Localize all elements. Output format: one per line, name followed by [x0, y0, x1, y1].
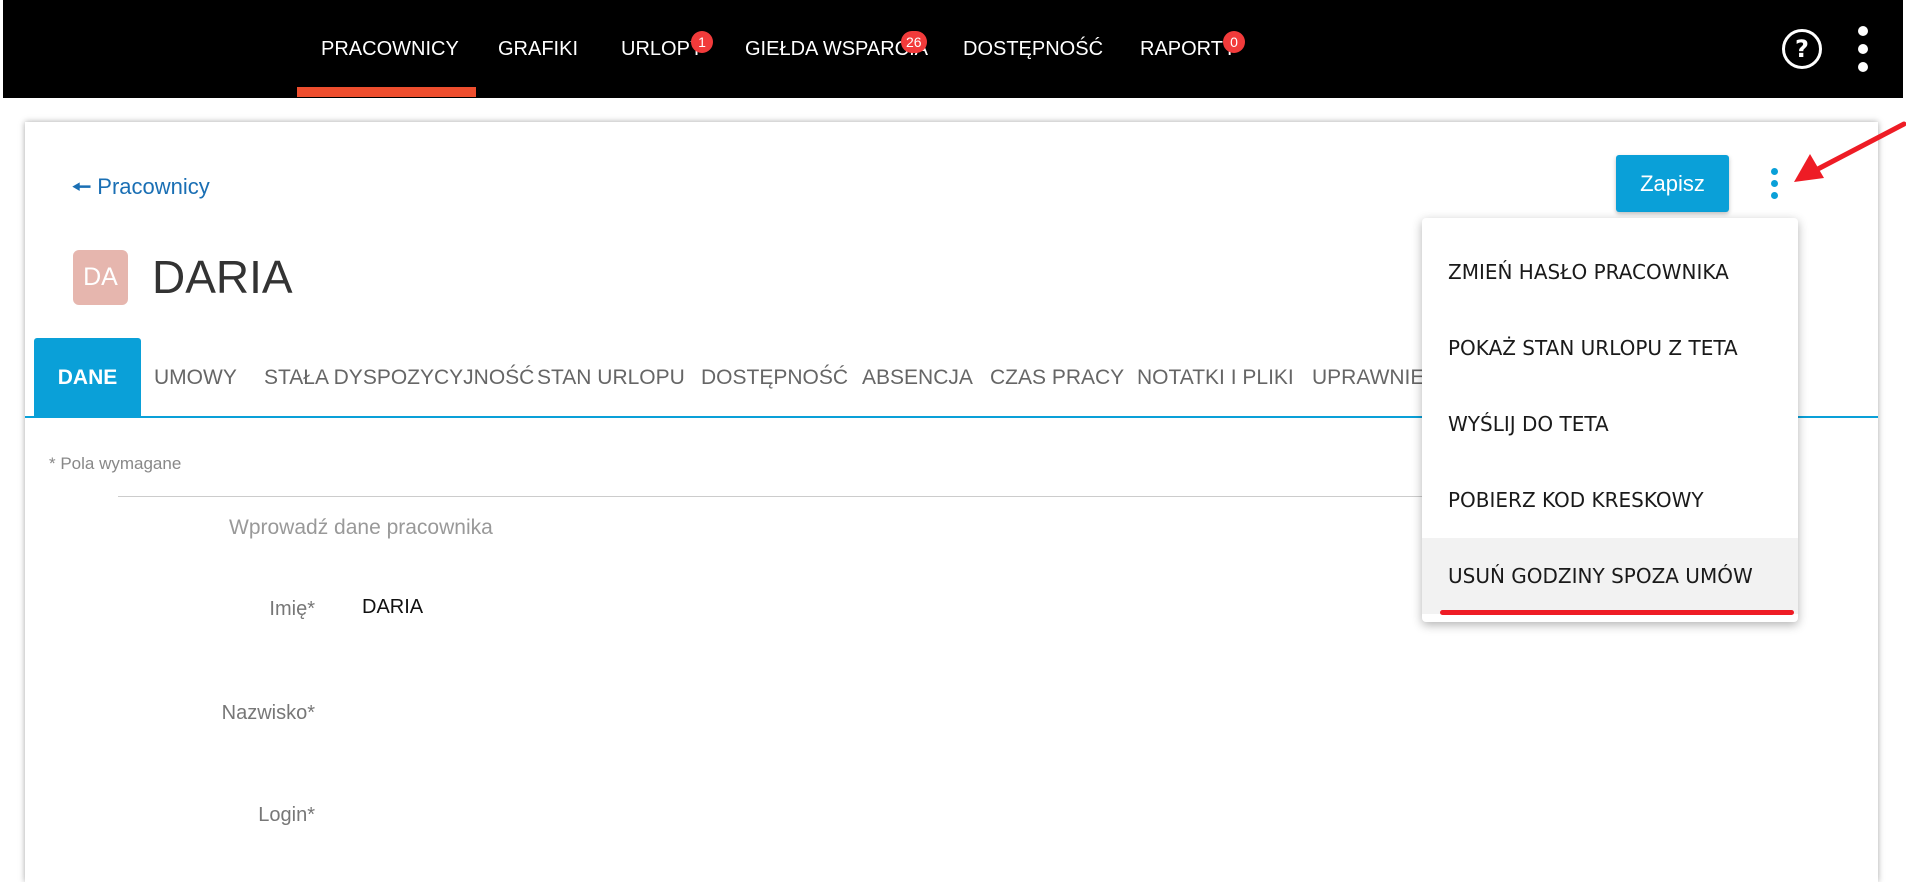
nav-badge-raporty: 0: [1223, 31, 1245, 53]
tab-dane[interactable]: DANE: [34, 338, 141, 418]
back-link-label: Pracownicy: [97, 174, 210, 199]
menu-item-pokaz-stan-urlopu[interactable]: POKAŻ STAN URLOPU Z TETA: [1422, 310, 1798, 386]
menu-item-wyslij-do-teta[interactable]: WYŚLIJ DO TETA: [1422, 386, 1798, 462]
nav-active-indicator: [297, 87, 476, 97]
more-options-menu: ZMIEŃ HASŁO PRACOWNIKA POKAŻ STAN URLOPU…: [1422, 218, 1798, 622]
tab-dostepnosc[interactable]: DOSTĘPNOŚĆ: [701, 338, 848, 418]
required-fields-note: * Pola wymagane: [49, 454, 182, 473]
tab-absencja[interactable]: ABSENCJA: [862, 338, 973, 418]
login-label: Login*: [258, 804, 315, 826]
last-name-label: Nazwisko*: [221, 702, 315, 724]
nav-label: PRACOWNICY: [321, 38, 459, 60]
question-mark-circle-icon[interactable]: ?: [1782, 29, 1822, 69]
tab-stala-dyspozycyjnosc[interactable]: STAŁA DYSPOZYCYJNOŚĆ: [264, 338, 534, 418]
arrow-left-icon: 🠔: [72, 175, 92, 200]
more-options-icon[interactable]: [1769, 168, 1781, 200]
last-name-field[interactable]: [362, 700, 862, 723]
nav-label: RAPORTY: [1140, 38, 1237, 60]
nav-item-urlopy[interactable]: URLOPY: [621, 0, 703, 98]
section-title: Wprowadź dane pracownika: [229, 516, 493, 539]
menu-item-pobierz-kod-kreskowy[interactable]: POBIERZ KOD KRESKOWY: [1422, 462, 1798, 538]
nav-badge-gielda-wsparcia: 26: [901, 31, 927, 53]
page-title: DARIA: [152, 251, 293, 303]
avatar: DA: [73, 250, 128, 305]
tab-stan-urlopu[interactable]: STAN URLOPU: [537, 338, 685, 418]
back-link[interactable]: 🠔 Pracownicy: [72, 172, 210, 203]
nav-label: GIEŁDA WSPARCIA: [745, 38, 929, 60]
menu-item-zmien-haslo[interactable]: ZMIEŃ HASŁO PRACOWNIKA: [1422, 234, 1798, 310]
highlight-underline: [1440, 610, 1794, 615]
red-arrow-pointer-icon: [1794, 121, 1906, 182]
nav-item-gielda-wsparcia[interactable]: GIEŁDA WSPARCIA: [745, 0, 928, 98]
tab-notatki-i-pliki[interactable]: NOTATKI I PLIKI: [1137, 338, 1294, 418]
tab-uprawnienia[interactable]: UPRAWNIE: [1312, 338, 1424, 418]
tab-czas-pracy[interactable]: CZAS PRACY: [990, 338, 1124, 418]
nav-label: URLOPY: [621, 38, 704, 60]
save-button[interactable]: Zapisz: [1616, 155, 1729, 212]
nav-item-raporty[interactable]: RAPORTY: [1140, 0, 1236, 98]
tab-umowy[interactable]: UMOWY: [154, 338, 237, 418]
nav-label: GRAFIKI: [498, 38, 579, 60]
nav-label: DOSTĘPNOŚĆ: [963, 38, 1104, 60]
first-name-label: Imię*: [269, 598, 315, 620]
login-field[interactable]: [362, 802, 862, 825]
nav-item-grafiki[interactable]: GRAFIKI: [498, 0, 578, 98]
nav-badge-urlopy: 1: [691, 31, 713, 53]
first-name-field[interactable]: [362, 596, 862, 619]
nav-item-dostepnosc[interactable]: DOSTĘPNOŚĆ: [963, 0, 1103, 98]
menu-item-usun-godziny[interactable]: USUŃ GODZINY SPOZA UMÓW: [1422, 538, 1798, 614]
nav-item-pracownicy[interactable]: PRACOWNICY: [321, 0, 459, 98]
kebab-vertical-icon[interactable]: [1853, 26, 1873, 72]
top-navigation-bar: PRACOWNICY GRAFIKI URLOPY 1 GIEŁDA WSPAR…: [3, 0, 1903, 98]
